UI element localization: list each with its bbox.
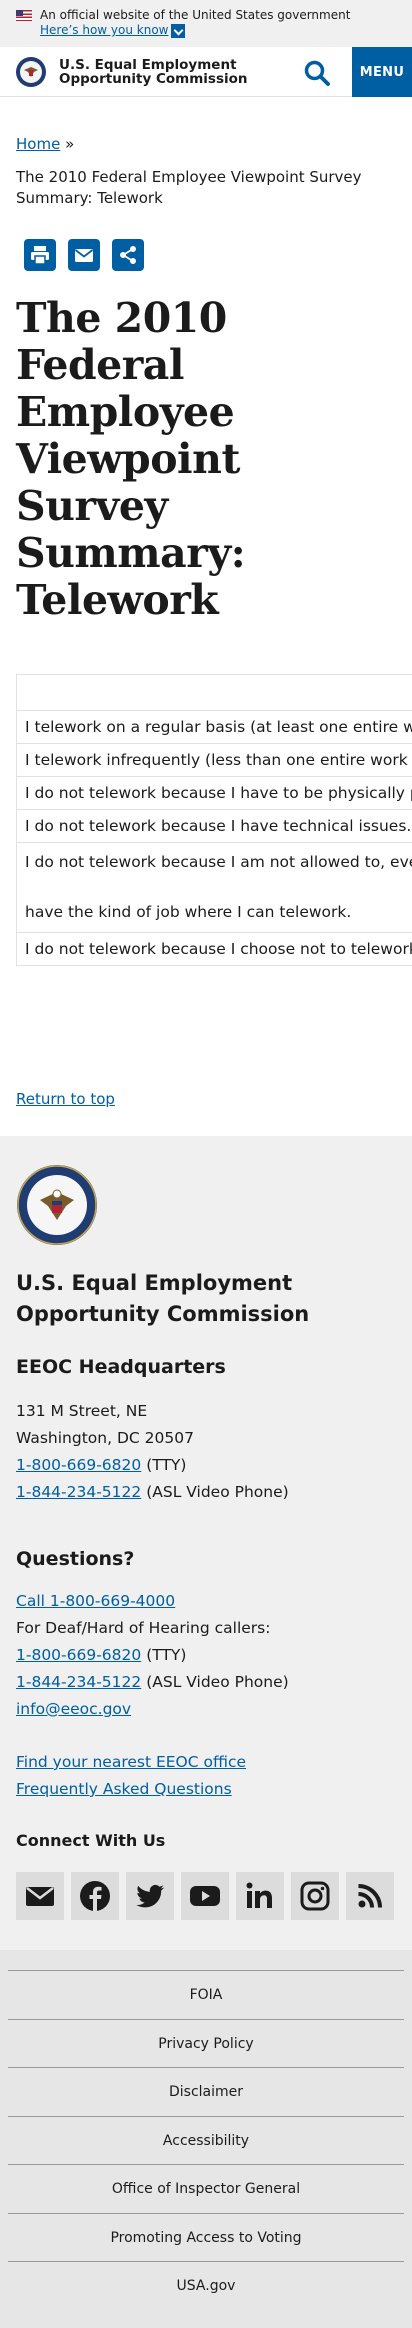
footer-help-links: Find your nearest EEOC office Frequently… xyxy=(16,1749,396,1803)
instagram-icon[interactable] xyxy=(291,1872,339,1920)
connect-heading: Connect With Us xyxy=(16,1831,166,1850)
asl-phone-link[interactable]: 1-844-234-5122 xyxy=(16,1483,141,1501)
gov-banner: An official website of the United States… xyxy=(0,0,412,47)
print-icon xyxy=(31,246,49,265)
table-cell: I do not telework because I am not allow… xyxy=(17,842,412,933)
table-cell: I telework infrequently (less than one e… xyxy=(17,743,412,777)
tty-phone-link[interactable]: 1-800-669-6820 xyxy=(16,1646,141,1664)
footer-agency-line2: Opportunity Commission xyxy=(16,1302,310,1326)
call-link[interactable]: Call 1-800-669-4000 xyxy=(16,1592,175,1610)
address-line: Washington, DC 20507 xyxy=(16,1429,194,1447)
table-cell: I do not telework because I have technic… xyxy=(17,809,412,843)
linkedin-icon[interactable] xyxy=(236,1872,284,1920)
footer-link-foia[interactable]: FOIA xyxy=(8,1970,404,2019)
table-cell-line: have the kind of job where I can telewor… xyxy=(25,902,352,921)
survey-table-container[interactable]: I telework on a regular basis (at least … xyxy=(16,674,412,966)
print-button[interactable] xyxy=(24,239,56,271)
breadcrumb: Home » The 2010 Federal Employee Viewpoi… xyxy=(0,133,412,209)
find-office-link[interactable]: Find your nearest EEOC office xyxy=(16,1753,246,1771)
table-row: I telework infrequently (less than one e… xyxy=(17,743,412,777)
headquarters-heading: EEOC Headquarters xyxy=(16,1356,226,1378)
site-header: U.S. Equal Employment Opportunity Commis… xyxy=(0,47,412,97)
official-website-text: An official website of the United States… xyxy=(40,8,351,22)
faq-link[interactable]: Frequently Asked Questions xyxy=(16,1780,232,1798)
footer-link-disclaimer[interactable]: Disclaimer xyxy=(8,2067,404,2116)
table-cell: I do not telework because I choose not t… xyxy=(25,939,412,958)
table-cell: I telework on a regular basis (at least … xyxy=(17,710,412,744)
table-row xyxy=(17,675,412,711)
email-share-button[interactable] xyxy=(68,239,100,271)
table-row: I do not telework because I have technic… xyxy=(17,809,412,843)
questions-heading: Questions? xyxy=(16,1548,135,1570)
footer-agency-line1: U.S. Equal Employment xyxy=(16,1271,293,1295)
menu-button[interactable]: MENU xyxy=(352,47,412,97)
tty-label: (TTY) xyxy=(146,1646,187,1664)
youtube-icon[interactable] xyxy=(181,1872,229,1920)
footer-links-nav: FOIA Privacy Policy Disclaimer Accessibi… xyxy=(0,1950,412,2328)
questions-section: Questions? Call 1-800-669-4000 For Deaf/… xyxy=(16,1548,396,1723)
footer-link-accessibility[interactable]: Accessibility xyxy=(8,2115,404,2165)
footer-link-promoting-voting[interactable]: Promoting Access to Voting xyxy=(8,2212,404,2262)
address-line: 131 M Street, NE xyxy=(16,1402,148,1420)
facebook-icon[interactable] xyxy=(71,1872,119,1920)
asl-label: (ASL Video Phone) xyxy=(146,1483,289,1501)
return-to-top-link[interactable]: Return to top xyxy=(0,1090,412,1108)
share-button[interactable] xyxy=(112,239,144,271)
share-icon xyxy=(120,246,136,264)
tty-phone-link[interactable]: 1-800-669-6820 xyxy=(16,1456,141,1474)
page-title: The 2010 Federal Employee Viewpoint Surv… xyxy=(16,294,246,624)
twitter-icon[interactable] xyxy=(126,1872,174,1920)
heres-how-you-know-link[interactable]: Here’s how you know xyxy=(40,23,169,38)
table-row: I do not telework because I choose not t… xyxy=(17,932,412,965)
envelope-icon xyxy=(74,249,94,262)
footer-link-usa-gov[interactable]: USA.gov xyxy=(8,2261,404,2310)
footer-agency-name: U.S. Equal Employment Opportunity Commis… xyxy=(16,1268,396,1330)
table-cell xyxy=(17,675,412,711)
tty-label: (TTY) xyxy=(146,1456,187,1474)
rss-icon[interactable] xyxy=(346,1872,394,1920)
site-title-line2: Opportunity Commission xyxy=(59,70,248,87)
table-row: I do not telework because I have to be p… xyxy=(17,776,412,810)
email-icon[interactable] xyxy=(16,1872,64,1920)
breadcrumb-separator: » xyxy=(65,135,75,153)
eeoc-seal-logo[interactable] xyxy=(15,56,47,88)
headquarters-address: 131 M Street, NE Washington, DC 20507 1-… xyxy=(16,1398,396,1506)
tty-phone-line: 1-800-669-6820 (TTY) xyxy=(16,1452,396,1479)
footer-link-privacy-policy[interactable]: Privacy Policy xyxy=(8,2018,404,2068)
us-flag-icon xyxy=(16,10,32,21)
site-title[interactable]: U.S. Equal Employment Opportunity Commis… xyxy=(59,58,248,86)
asl-phone-line: 1-844-234-5122 (ASL Video Phone) xyxy=(16,1479,396,1506)
footer-link-inspector-general[interactable]: Office of Inspector General xyxy=(8,2164,404,2213)
share-toolbar xyxy=(0,239,412,271)
email-link[interactable]: info@eeoc.gov xyxy=(16,1700,131,1718)
search-icon[interactable] xyxy=(302,58,332,88)
asl-phone-link[interactable]: 1-844-234-5122 xyxy=(16,1673,141,1691)
asl-label: (ASL Video Phone) xyxy=(146,1673,289,1691)
breadcrumb-current: The 2010 Federal Employee Viewpoint Surv… xyxy=(16,168,362,207)
table-cell: I do not telework because I have to be p… xyxy=(17,776,412,810)
table-row: I telework on a regular basis (at least … xyxy=(17,710,412,744)
table-cell-line: I do not telework because I am not allow… xyxy=(25,852,412,871)
chevron-down-icon[interactable] xyxy=(170,23,185,38)
survey-table: I telework on a regular basis (at least … xyxy=(17,675,412,965)
deaf-callers-text: For Deaf/Hard of Hearing callers: xyxy=(16,1619,271,1637)
site-footer: U.S. Equal Employment Opportunity Commis… xyxy=(0,1136,412,1950)
table-row: I do not telework because I am not allow… xyxy=(17,842,412,933)
social-links xyxy=(16,1872,396,1920)
eeoc-seal-logo[interactable] xyxy=(16,1164,98,1246)
breadcrumb-home-link[interactable]: Home xyxy=(16,135,60,153)
site-title-line1: U.S. Equal Employment xyxy=(59,56,237,73)
